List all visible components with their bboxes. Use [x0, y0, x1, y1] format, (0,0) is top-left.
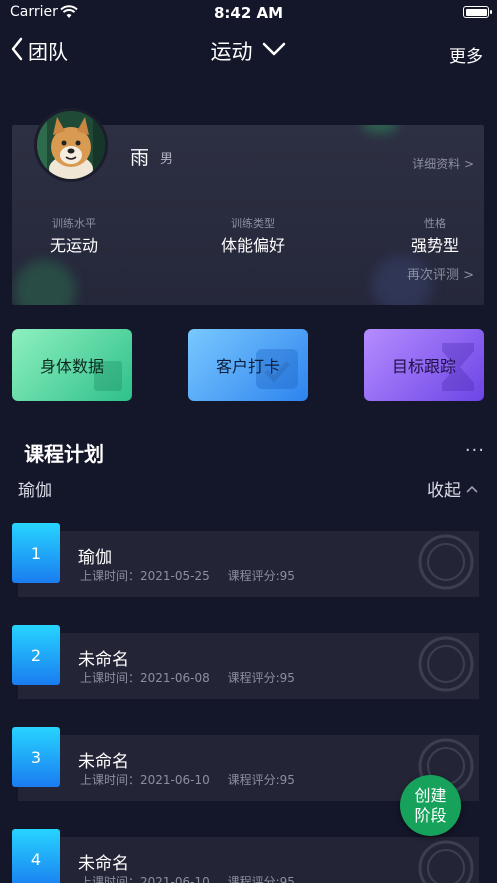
- chevron-down-icon: [261, 41, 287, 61]
- body-data-button[interactable]: 身体数据: [12, 329, 132, 401]
- battery-icon: [463, 6, 492, 18]
- stat-value: 无运动: [49, 236, 98, 255]
- create-stage-button[interactable]: 创建 阶段: [400, 775, 461, 836]
- more-button[interactable]: 更多: [449, 42, 483, 67]
- decor-blob: [14, 260, 76, 305]
- course-score: 课程评分:95: [227, 569, 295, 583]
- stat-label: 训练类型: [231, 217, 275, 230]
- course-time: 上课时间：2021-05-25: [80, 569, 210, 583]
- title-dropdown[interactable]: 运动: [0, 36, 497, 66]
- decor-blob: [362, 125, 398, 133]
- course-number-badge: 4: [12, 829, 60, 883]
- course-name: 瑜伽: [78, 548, 112, 568]
- course-name: 未命名: [78, 854, 129, 874]
- course-name: 未命名: [78, 752, 129, 772]
- avatar[interactable]: [34, 108, 108, 182]
- collapse-button[interactable]: 收起: [427, 476, 479, 501]
- section-title: 课程计划: [24, 442, 104, 466]
- course-score: 课程评分:95: [227, 875, 295, 883]
- stamp-icon: [415, 633, 477, 699]
- fab-label-line2: 阶段: [414, 805, 447, 825]
- quick-action-label: 客户打卡: [215, 357, 280, 376]
- course-meta: 上课时间：2021-06-08 课程评分:95: [80, 669, 309, 686]
- course-time: 上课时间：2021-06-08: [80, 671, 210, 685]
- current-plan-label: 瑜伽: [18, 481, 52, 501]
- course-number-badge: 2: [12, 625, 60, 685]
- course-score: 课程评分:95: [227, 671, 295, 685]
- section-more-button[interactable]: ···: [465, 440, 485, 461]
- course-number-badge: 3: [12, 727, 60, 787]
- course-meta: 上课时间：2021-05-25 课程评分:95: [80, 567, 309, 584]
- fab-label-line1: 创建: [414, 785, 447, 805]
- collapse-label: 收起: [427, 481, 461, 501]
- profile-gender: 男: [160, 152, 174, 167]
- status-time: 8:42 AM: [213, 4, 284, 22]
- chevron-up-icon: [465, 479, 479, 499]
- goal-tracking-button[interactable]: 目标跟踪: [364, 329, 484, 401]
- reassess-link[interactable]: 再次评测 >: [407, 264, 474, 283]
- course-time: 上课时间：2021-06-10: [80, 875, 210, 883]
- stat-training-level: 训练水平 无运动: [34, 215, 114, 256]
- course-item[interactable]: 2 未命名 上课时间：2021-06-08 课程评分:95: [0, 625, 497, 705]
- stat-value: 强势型: [410, 236, 459, 255]
- page-title: 运动: [210, 40, 253, 64]
- stat-value: 体能偏好: [220, 236, 285, 255]
- stat-label: 性格: [424, 217, 446, 230]
- course-item[interactable]: 1 瑜伽 上课时间：2021-05-25 课程评分:95: [0, 523, 497, 603]
- stat-label: 训练水平: [52, 217, 96, 230]
- course-name: 未命名: [78, 650, 129, 670]
- course-meta: 上课时间：2021-06-10 课程评分:95: [80, 873, 309, 883]
- status-bar: Carrier 8:42 AM: [0, 0, 497, 26]
- course-time: 上课时间：2021-06-10: [80, 773, 210, 787]
- course-number-badge: 1: [12, 523, 60, 583]
- course-meta: 上课时间：2021-06-10 课程评分:95: [80, 771, 309, 788]
- stat-training-type: 训练类型 体能偏好: [208, 215, 298, 256]
- stat-personality: 性格 强势型: [400, 215, 470, 256]
- navigation-bar: 团队 运动 更多: [0, 28, 497, 76]
- quick-action-label: 目标跟踪: [391, 357, 456, 376]
- quick-action-label: 身体数据: [39, 357, 104, 376]
- stamp-icon: [415, 837, 477, 883]
- client-checkin-button[interactable]: 客户打卡: [188, 329, 308, 401]
- profile-detail-link[interactable]: 详细资料 >: [412, 155, 474, 172]
- profile-name: 雨: [130, 147, 150, 169]
- stamp-icon: [415, 531, 477, 597]
- course-item[interactable]: 4 未命名 上课时间：2021-06-10 课程评分:95: [0, 829, 497, 883]
- course-score: 课程评分:95: [227, 773, 295, 787]
